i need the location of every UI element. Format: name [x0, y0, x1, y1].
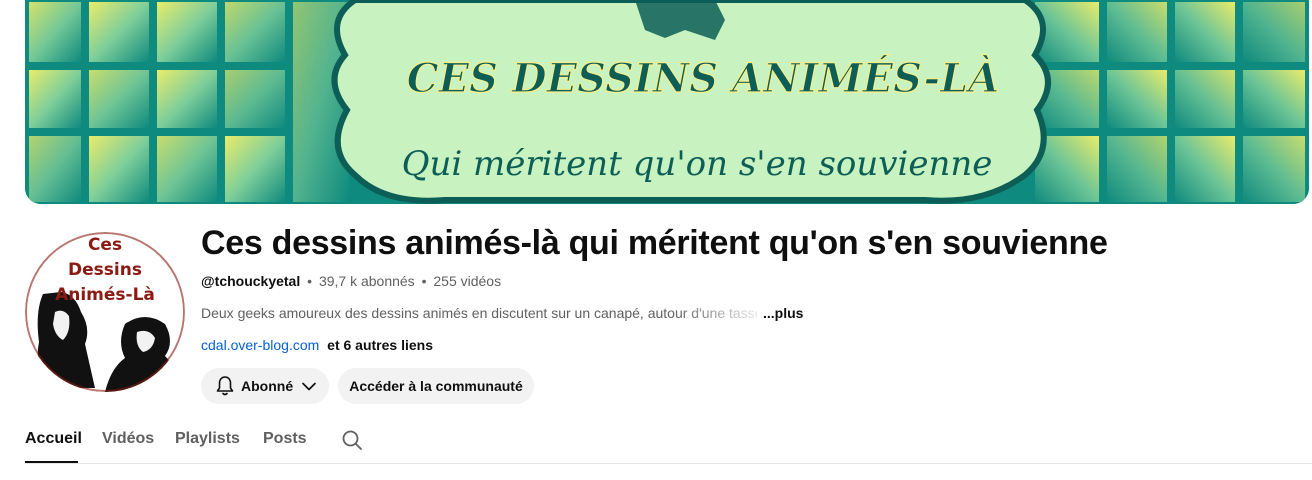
channel-links: cdal.over-blog.com et 6 autres liens — [201, 337, 433, 353]
meta-separator: • — [421, 273, 427, 289]
subscriber-count: 39,7 k abonnés — [318, 273, 415, 289]
tabs-divider — [25, 463, 1312, 464]
banner-left-panes — [29, 2, 349, 202]
more-links-button[interactable]: et 6 autres liens — [327, 337, 433, 353]
channel-handle: @tchouckyetal — [201, 273, 301, 289]
banner-subtitle: Qui méritent qu'on s'en souvienne — [402, 144, 993, 184]
description-more-button[interactable]: ...plus — [763, 305, 803, 321]
avatar-text-line2: Dessins — [68, 260, 142, 280]
subscribed-button[interactable]: Abonné — [201, 368, 329, 404]
tab-accueil[interactable]: Accueil — [25, 430, 82, 448]
subscribed-label: Abonné — [241, 378, 294, 394]
community-button[interactable]: Accéder à la communauté — [338, 368, 534, 404]
description-text: Deux geeks amoureux des dessins animés e… — [201, 305, 757, 321]
avatar-text-line1: Ces — [87, 235, 123, 255]
channel-tabs: Accueil Vidéos Playlists Posts — [25, 418, 1312, 464]
video-count: 255 vidéos — [433, 273, 502, 289]
channel-title: Ces dessins animés-là qui méritent qu'on… — [201, 224, 1108, 262]
channel-avatar[interactable]: Ces Dessins Animés-Là — [25, 232, 185, 392]
chevron-down-icon — [302, 382, 316, 391]
channel-banner: CES DESSINS ANIMÉS-LÀ Qui méritent qu'on… — [25, 0, 1309, 204]
search-icon[interactable] — [340, 428, 364, 452]
avatar-text-line3: Animés-Là — [55, 285, 155, 305]
tab-videos[interactable]: Vidéos — [102, 430, 154, 448]
banner-title: CES DESSINS ANIMÉS-LÀ — [407, 55, 999, 102]
channel-description[interactable]: Deux geeks amoureux des dessins animés e… — [201, 305, 803, 321]
tab-posts[interactable]: Posts — [263, 430, 307, 448]
bell-icon — [216, 376, 234, 396]
community-label: Accéder à la communauté — [349, 378, 523, 394]
tab-playlists[interactable]: Playlists — [175, 430, 240, 448]
channel-link[interactable]: cdal.over-blog.com — [201, 337, 319, 353]
channel-meta: @tchouckyetal • 39,7 k abonnés • 255 vid… — [201, 273, 501, 289]
avatar-artwork — [25, 232, 185, 392]
banner-artwork: CES DESSINS ANIMÉS-LÀ Qui méritent qu'on… — [25, 0, 1309, 204]
meta-separator: • — [307, 273, 313, 289]
